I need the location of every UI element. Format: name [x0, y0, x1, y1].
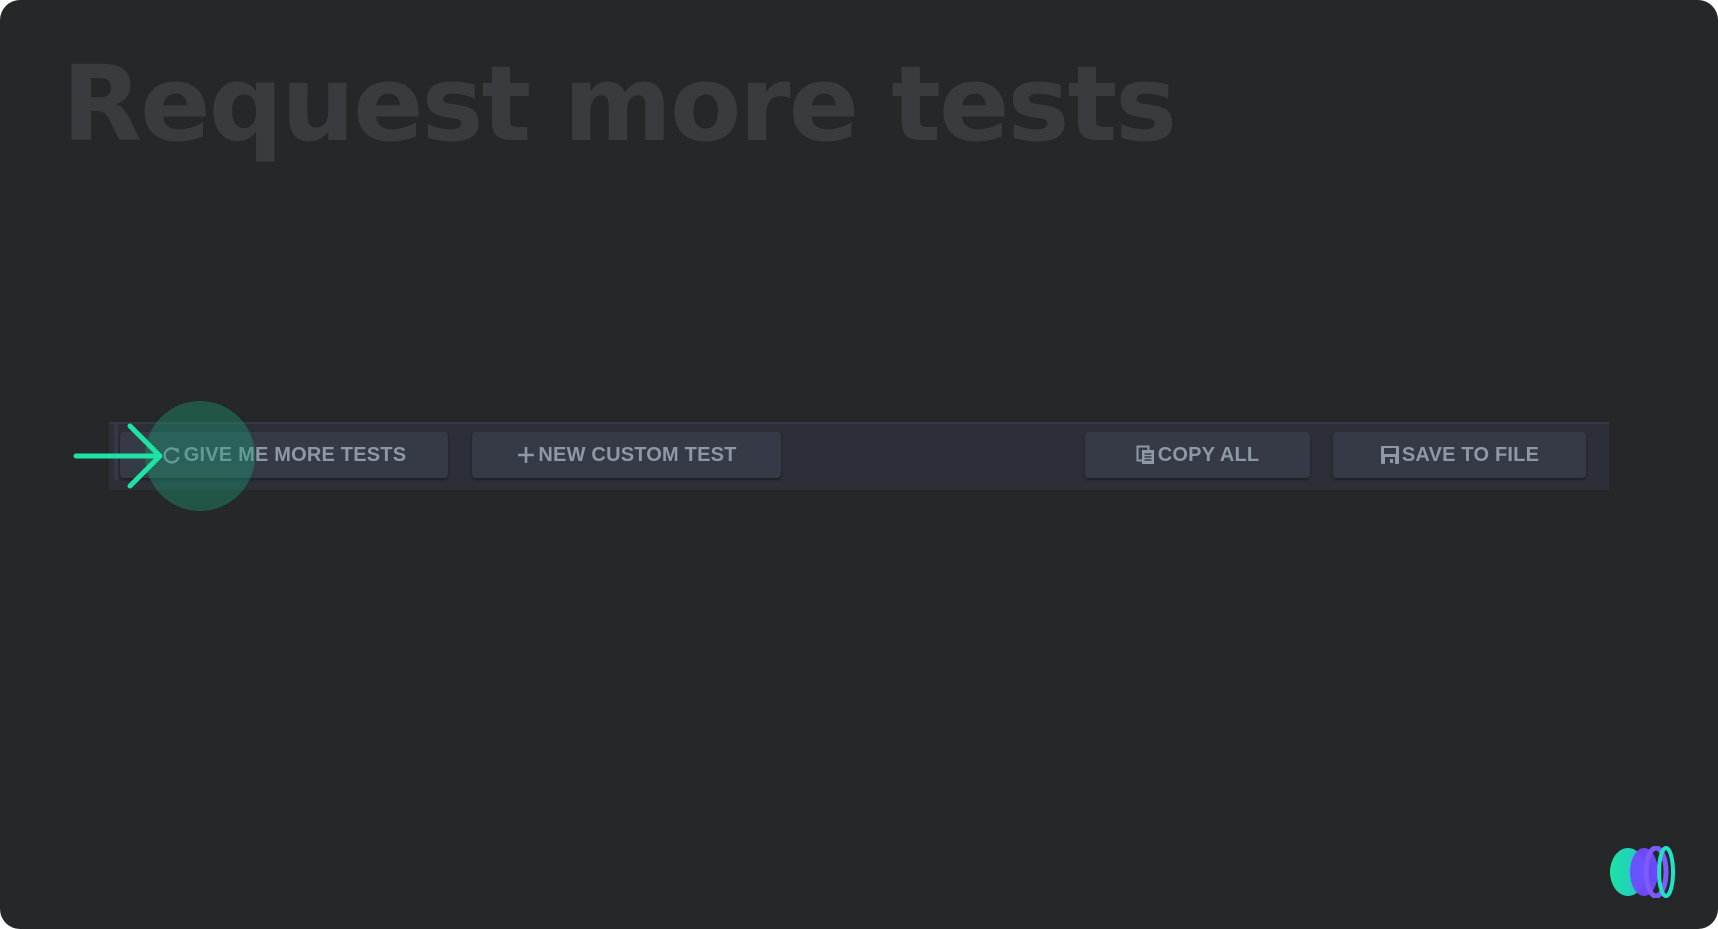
brand-logo-icon [1610, 846, 1675, 898]
copy-icon [1136, 445, 1156, 465]
new-custom-test-label: NEW CUSTOM TEST [538, 443, 737, 466]
plus-icon [516, 445, 536, 465]
copy-all-label: COPY ALL [1157, 443, 1260, 466]
refresh-icon [162, 445, 182, 465]
save-to-file-label: SAVE TO FILE [1401, 443, 1540, 466]
tutorial-frame: Request more tests GIVE ME MORE TESTS NE… [0, 0, 1718, 929]
give-more-tests-button[interactable]: GIVE ME MORE TESTS [120, 432, 448, 478]
give-more-tests-label: GIVE ME MORE TESTS [183, 443, 407, 466]
floppy-disk-icon [1380, 445, 1400, 465]
toolbar-divider [114, 424, 118, 480]
new-custom-test-button[interactable]: NEW CUSTOM TEST [472, 432, 781, 478]
save-to-file-button[interactable]: SAVE TO FILE [1333, 432, 1586, 478]
copy-all-button[interactable]: COPY ALL [1085, 432, 1310, 478]
page-title: Request more tests [62, 43, 1177, 165]
